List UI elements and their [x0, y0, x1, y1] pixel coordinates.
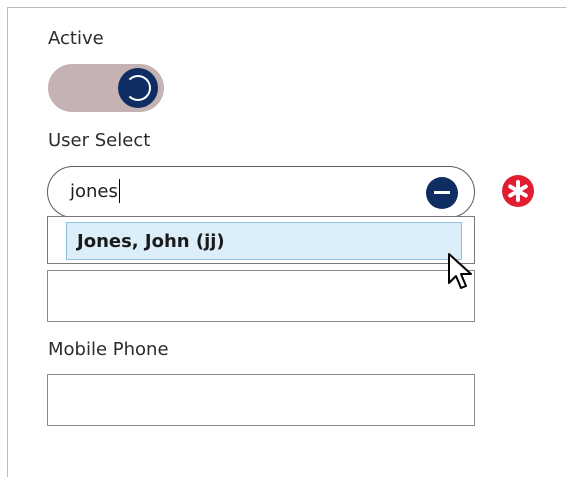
- user-suggestion-dropdown: Jones, John (jj): [47, 216, 475, 264]
- suggestion-item-label: Jones, John (jj): [77, 231, 225, 252]
- mobile-phone-label: Mobile Phone: [48, 339, 169, 360]
- required-asterisk-icon: [502, 175, 534, 207]
- user-select-value: jones: [70, 181, 118, 202]
- unlabeled-text-field[interactable]: [47, 270, 475, 322]
- suggestion-item[interactable]: Jones, John (jj): [66, 222, 462, 260]
- active-label: Active: [48, 28, 104, 49]
- active-toggle[interactable]: [48, 64, 164, 112]
- mobile-phone-input[interactable]: [47, 374, 475, 426]
- clear-selection-button[interactable]: [426, 177, 458, 209]
- mouse-pointer-icon: [448, 253, 472, 289]
- power-icon: [125, 75, 151, 101]
- user-select-input[interactable]: jones: [47, 166, 475, 218]
- user-select-text: jones: [70, 179, 120, 203]
- text-caret: [118, 179, 120, 203]
- user-select-label: User Select: [48, 130, 151, 151]
- toggle-knob-icon: [118, 68, 158, 108]
